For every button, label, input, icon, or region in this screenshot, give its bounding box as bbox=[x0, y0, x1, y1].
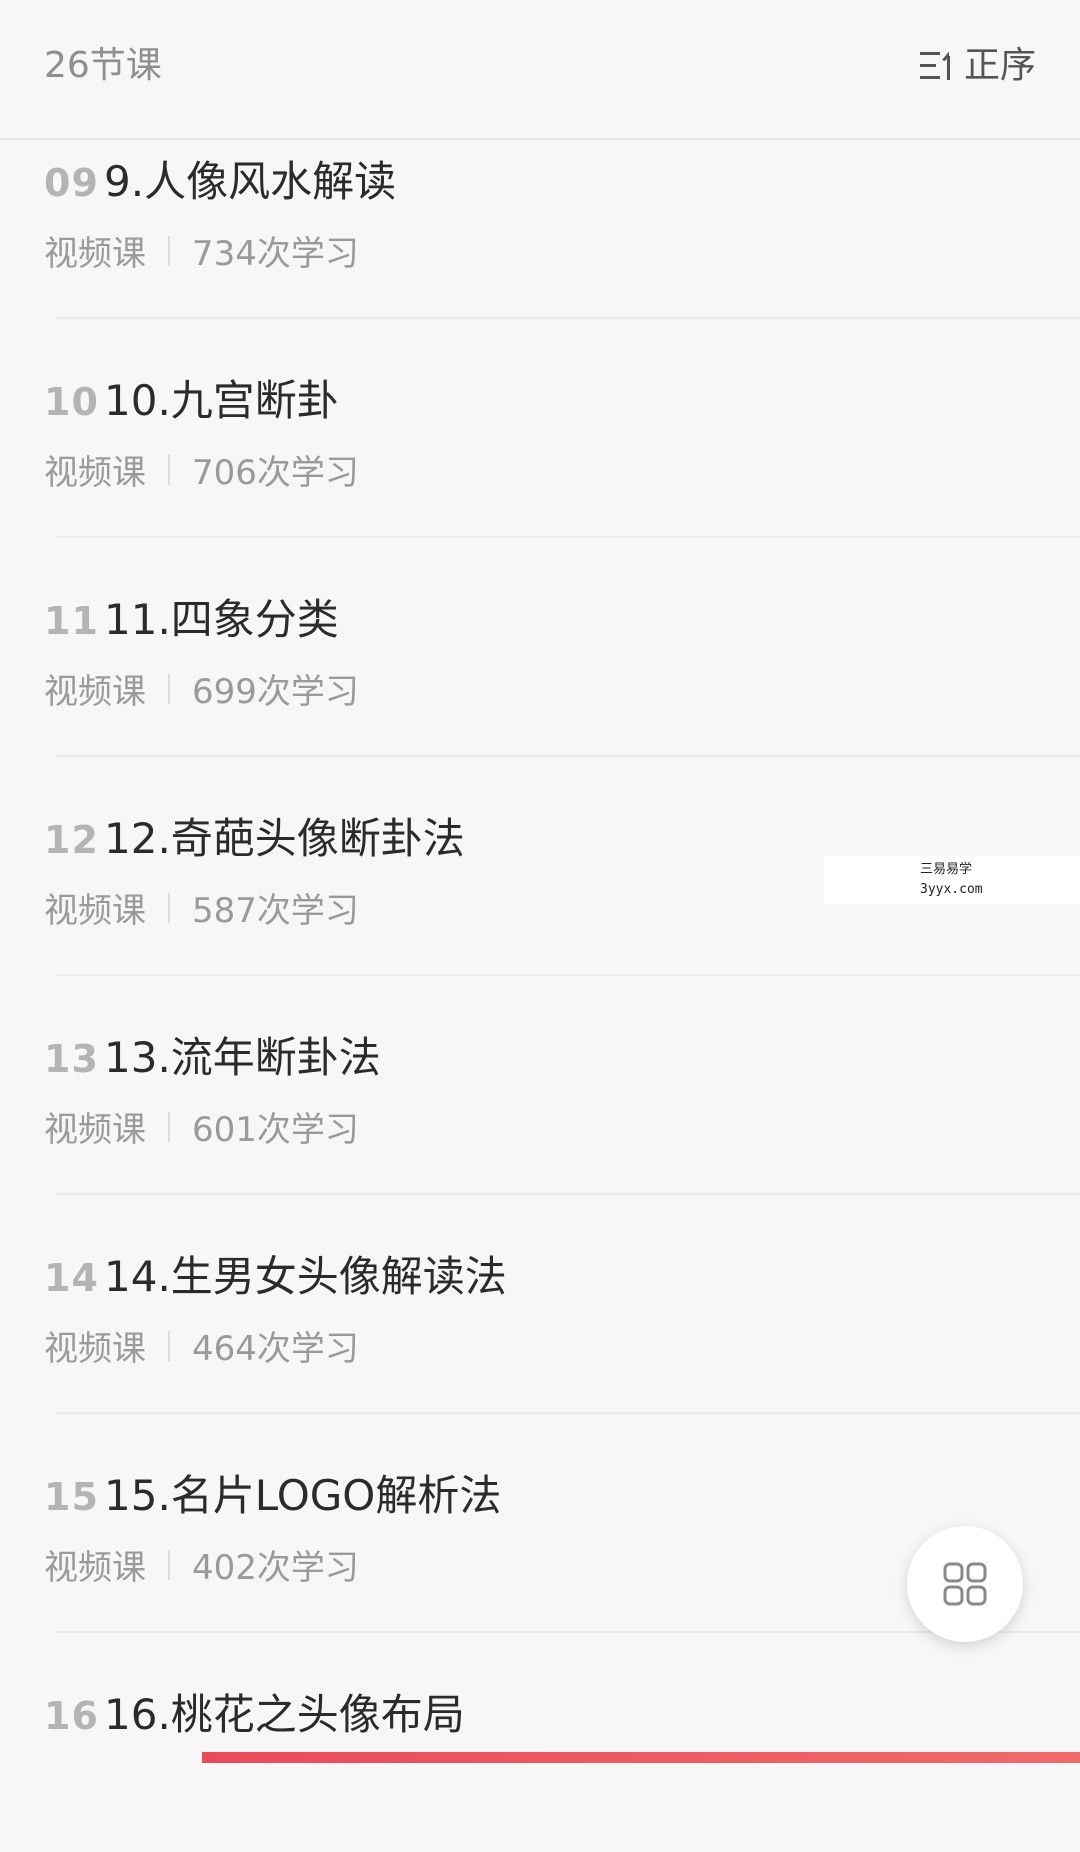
lesson-type: 视频课 bbox=[44, 234, 146, 274]
lesson-number: 14 bbox=[44, 1256, 99, 1300]
header: 26节课 正序 bbox=[0, 0, 1080, 140]
lesson-item[interactable]: 09 9.人像风水解读 视频课 734次学习 bbox=[0, 140, 1080, 319]
sort-button[interactable]: 正序 bbox=[919, 44, 1036, 88]
lesson-item[interactable]: 16 16.桃花之头像布局 bbox=[0, 1633, 1080, 1852]
lesson-count: 26节课 bbox=[44, 45, 162, 86]
lesson-title: 9.人像风水解读 bbox=[104, 157, 397, 206]
lesson-title-row: 09 9.人像风水解读 bbox=[44, 148, 396, 209]
lesson-meta: 视频课 699次学习 bbox=[44, 664, 359, 713]
lesson-title-row: 14 14.生男女头像解读法 bbox=[44, 1243, 507, 1304]
lesson-type: 视频课 bbox=[44, 453, 146, 493]
lesson-title-row: 12 12.奇葩头像断卦法 bbox=[44, 805, 465, 866]
lesson-title-row: 15 15.名片LOGO解析法 bbox=[44, 1462, 501, 1523]
bottom-action-bar[interactable] bbox=[202, 1752, 1080, 1763]
sort-label: 正序 bbox=[963, 45, 1036, 86]
lesson-meta: 视频课 402次学习 bbox=[44, 1540, 359, 1589]
lesson-meta: 视频课 587次学习 bbox=[44, 883, 359, 932]
lesson-type: 视频课 bbox=[44, 672, 146, 712]
lesson-title-row: 13 13.流年断卦法 bbox=[44, 1024, 381, 1085]
lesson-views: 734次学习 bbox=[192, 234, 359, 274]
lesson-views: 601次学习 bbox=[192, 1110, 359, 1150]
meta-divider bbox=[168, 1330, 170, 1361]
lesson-views: 587次学习 bbox=[192, 891, 359, 931]
meta-divider bbox=[168, 892, 170, 923]
lesson-number: 15 bbox=[44, 1475, 99, 1519]
lesson-title: 12.奇葩头像断卦法 bbox=[104, 814, 465, 863]
lesson-title-row: 16 16.桃花之头像布局 bbox=[44, 1681, 465, 1742]
lesson-number: 12 bbox=[44, 818, 99, 862]
lesson-meta: 视频课 464次学习 bbox=[44, 1321, 359, 1370]
lesson-title: 13.流年断卦法 bbox=[104, 1033, 381, 1082]
meta-divider bbox=[168, 454, 170, 485]
lesson-title: 16.桃花之头像布局 bbox=[104, 1690, 465, 1739]
lesson-number: 13 bbox=[44, 1037, 99, 1081]
watermark-line-2: 3yyx.com bbox=[920, 882, 983, 897]
sort-order-icon bbox=[919, 52, 950, 80]
lesson-views: 402次学习 bbox=[192, 1548, 359, 1588]
lesson-title: 11.四象分类 bbox=[104, 595, 339, 644]
lesson-title: 15.名片LOGO解析法 bbox=[104, 1471, 502, 1520]
lesson-meta: 视频课 601次学习 bbox=[44, 1102, 359, 1151]
lesson-views: 706次学习 bbox=[192, 453, 359, 493]
lesson-title-row: 11 11.四象分类 bbox=[44, 586, 339, 647]
lesson-number: 10 bbox=[44, 380, 99, 424]
lesson-title-row: 10 10.九宫断卦 bbox=[44, 367, 339, 428]
watermark: 三易易学 3yyx.com bbox=[824, 856, 1080, 904]
lesson-item[interactable]: 10 10.九宫断卦 视频课 706次学习 bbox=[0, 319, 1080, 538]
lesson-number: 09 bbox=[44, 161, 99, 205]
lesson-item[interactable]: 11 11.四象分类 视频课 699次学习 bbox=[0, 538, 1080, 757]
lesson-item[interactable]: 14 14.生男女头像解读法 视频课 464次学习 bbox=[0, 1195, 1080, 1414]
lesson-type: 视频课 bbox=[44, 1548, 146, 1588]
meta-divider bbox=[168, 1111, 170, 1142]
lesson-title: 14.生男女头像解读法 bbox=[104, 1252, 507, 1301]
lesson-meta: 视频课 734次学习 bbox=[44, 226, 359, 275]
lesson-views: 699次学习 bbox=[192, 672, 359, 712]
grid-icon bbox=[943, 1562, 987, 1606]
lesson-number: 16 bbox=[44, 1694, 99, 1738]
lesson-number: 11 bbox=[44, 599, 99, 643]
meta-divider bbox=[168, 673, 170, 704]
lesson-type: 视频课 bbox=[44, 1329, 146, 1369]
lesson-title: 10.九宫断卦 bbox=[104, 376, 339, 425]
watermark-line-1: 三易易学 bbox=[920, 862, 973, 877]
meta-divider bbox=[168, 1549, 170, 1580]
catalog-grid-button[interactable] bbox=[907, 1526, 1023, 1642]
lesson-type: 视频课 bbox=[44, 1110, 146, 1150]
lesson-views: 464次学习 bbox=[192, 1329, 359, 1369]
lesson-meta: 视频课 706次学习 bbox=[44, 445, 359, 494]
meta-divider bbox=[168, 235, 170, 266]
lesson-type: 视频课 bbox=[44, 891, 146, 931]
lesson-item[interactable]: 13 13.流年断卦法 视频课 601次学习 bbox=[0, 976, 1080, 1195]
